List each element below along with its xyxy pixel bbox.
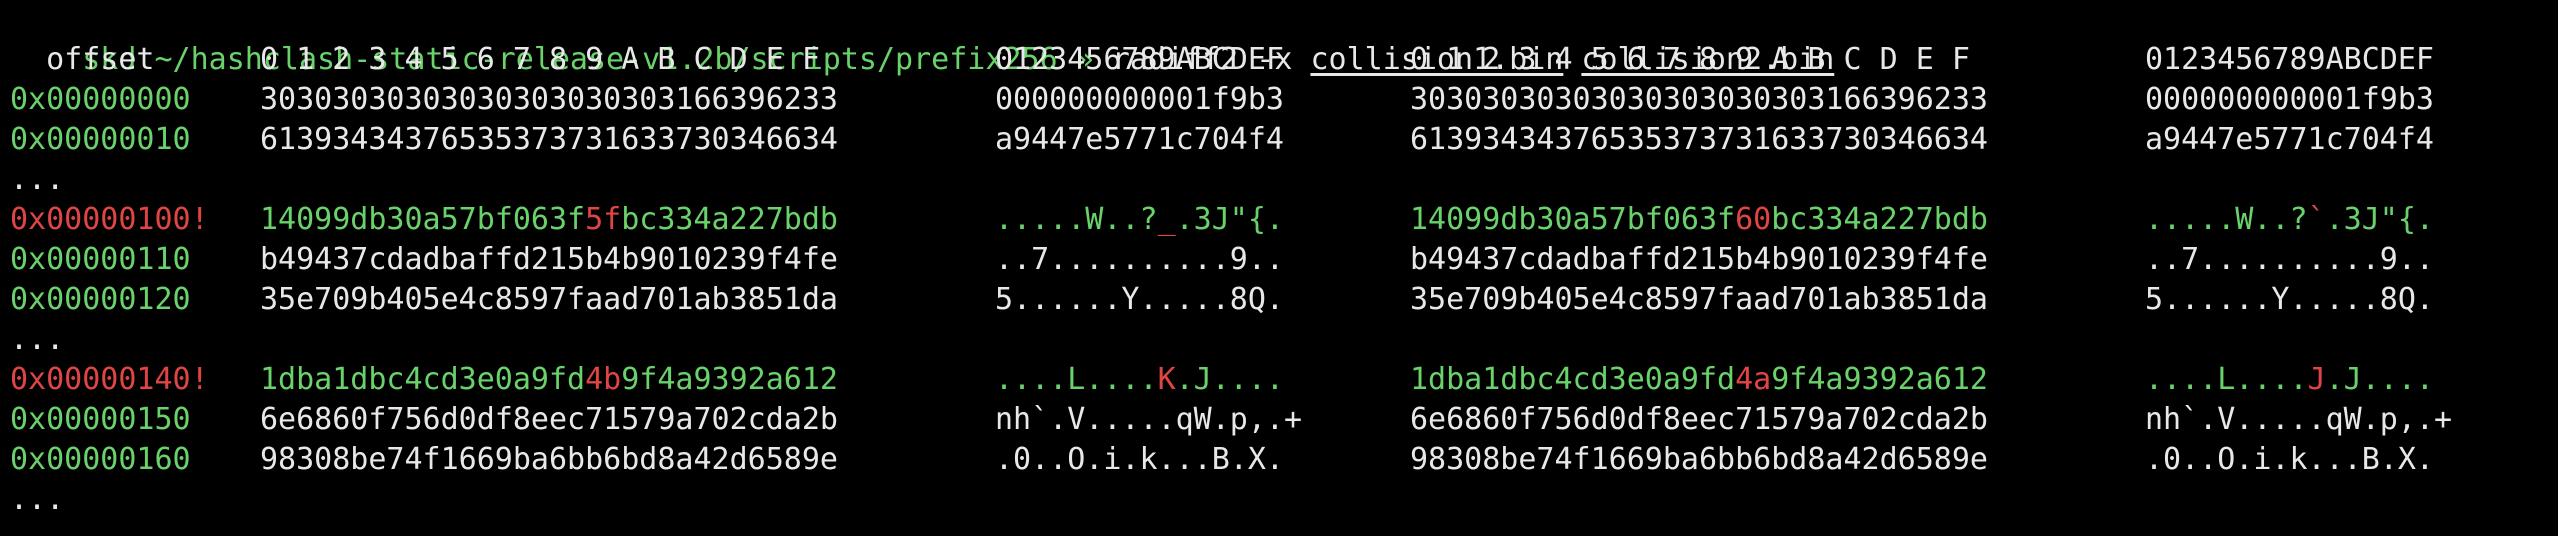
diff-char-right: J [2307,362,2326,397]
row-hex-right: 30303030303030303030303166396233 [1410,82,1988,117]
row-ascii-right-diff: .....W..?`.3J"{. [2145,202,2434,237]
row-hex-right-diff: 14099db30a57bf063f60bc334a227bdb [1410,202,1988,237]
row-hex-left: 35e709b405e4c8597faad701ab3851da [260,282,838,317]
row-ascii-right: 5......Y.....8Q. [2145,282,2434,317]
hex-row: 0x00000110 b49437cdadbaffd215b4b9010239f4… [10,240,2558,280]
row-ascii-right: .0..O.i.k...B.X. [2145,442,2434,477]
row-hex-right: 35e709b405e4c8597faad701ab3851da [1410,282,1988,317]
row-offset: 0x00000120 [10,282,191,317]
row-hex-right: 6e6860f756d0df8eec71579a702cda2b [1410,402,1988,437]
diff-char-left: _ [1157,202,1176,237]
hex-row: 0x00000150 6e6860f756d0df8eec71579a702cda… [10,400,2558,440]
row-hex-right-diff: 1dba1dbc4cd3e0a9fd4a9f4a9392a612 [1410,362,1988,397]
header-hex-right: 0 1 2 3 4 5 6 7 8 9 A B C D E F [1410,42,1970,77]
row-offset: 0x00000150 [10,402,191,437]
row-offset: 0x00000000 [10,82,191,117]
diff-byte-left: 5f [585,202,622,237]
ellipsis-separator: ... [10,162,65,197]
row-ascii-left: 5......Y.....8Q. [995,282,1284,317]
command-prompt-line: skd ~/hashclash-static-release-v1.2b/scr… [10,0,2558,77]
diff-char-left: K [1157,362,1176,397]
header-ascii-right: 0123456789ABCDEF [2145,42,2434,77]
column-header-row: offset 0 1 2 3 4 5 6 7 8 9 A B C D E F 012… [10,40,2558,80]
ellipsis-separator: ... [10,322,65,357]
row-ascii-left-diff: ....L....K.J.... [995,362,1284,397]
diff-char-right: ` [2307,202,2326,237]
row-hex-right: 61393434376535373731633730346634 [1410,122,1988,157]
diff-byte-right: 60 [1735,202,1772,237]
hex-row-diff: 0x00000140! 1dba1dbc4cd3e0a9fd4b9f4a9392a… [10,360,2558,400]
header-ascii-left: 0123456789ABCDEF [995,42,1284,77]
terminal-window[interactable]: skd ~/hashclash-static-release-v1.2b/scr… [0,0,2558,536]
row-offset: 0x00000010 [10,122,191,157]
header-offset: offset [10,42,155,77]
row-hex-left: b49437cdadbaffd215b4b9010239f4fe [260,242,838,277]
row-hex-right: b49437cdadbaffd215b4b9010239f4fe [1410,242,1988,277]
row-hex-left: 61393434376535373731633730346634 [260,122,838,157]
row-ascii-left: a9447e5771c704f4 [995,122,1284,157]
row-hex-right: 98308be74f1669ba6bb6bd8a42d6589e [1410,442,1988,477]
row-ascii-left: .0..O.i.k...B.X. [995,442,1284,477]
diff-byte-right: 4a [1735,362,1772,397]
row-ascii-left: nh`.V.....qW.p,.+ [995,402,1303,437]
row-ascii-left: 000000000001f9b3 [995,82,1284,117]
hex-row-diff: 0x00000100! 14099db30a57bf063f5fbc334a227… [10,200,2558,240]
ellipsis-separator: ... [10,482,65,517]
row-ascii-right: a9447e5771c704f4 [2145,122,2434,157]
row-hex-left-diff: 14099db30a57bf063f5fbc334a227bdb [260,202,838,237]
row-ascii-left-diff: .....W..?_.3J"{. [995,202,1284,237]
hex-row: 0x00000010 613934343765353737316337303466… [10,120,2558,160]
row-ascii-right: ..7..........9.. [2145,242,2434,277]
row-offset: 0x00000110 [10,242,191,277]
row-hex-left: 30303030303030303030303166396233 [260,82,838,117]
hex-row: 0x00000120 35e709b405e4c8597faad701ab3851… [10,280,2558,320]
row-ascii-right: nh`.V.....qW.p,.+ [2145,402,2453,437]
hex-row: 0x00000000 303030303030303030303031663962… [10,80,2558,120]
header-hex-left: 0 1 2 3 4 5 6 7 8 9 A B C D E F [260,42,820,77]
row-ascii-right: 000000000001f9b3 [2145,82,2434,117]
row-hex-left: 98308be74f1669ba6bb6bd8a42d6589e [260,442,838,477]
row-ascii-left: ..7..........9.. [995,242,1284,277]
row-hex-left: 6e6860f756d0df8eec71579a702cda2b [260,402,838,437]
row-offset-diff: 0x00000100! [10,202,209,237]
row-offset-diff: 0x00000140! [10,362,209,397]
row-hex-left-diff: 1dba1dbc4cd3e0a9fd4b9f4a9392a612 [260,362,838,397]
diff-byte-left: 4b [585,362,622,397]
row-ascii-right-diff: ....L....J.J.... [2145,362,2434,397]
row-offset: 0x00000160 [10,442,191,477]
hex-row: 0x00000160 98308be74f1669ba6bb6bd8a42d658… [10,440,2558,480]
